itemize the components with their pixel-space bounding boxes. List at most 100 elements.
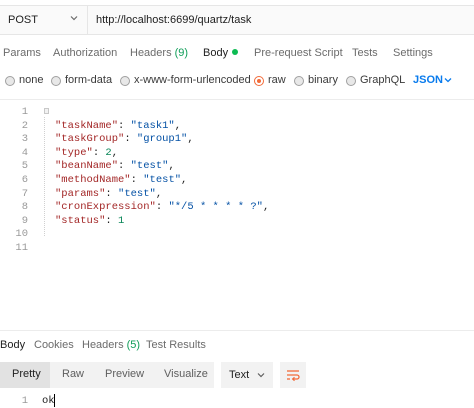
tab-settings[interactable]: Settings	[393, 47, 433, 59]
json-colon: :	[105, 214, 119, 227]
json-value: 1	[118, 214, 125, 227]
json-comma: ,	[174, 119, 182, 132]
view-visualize-button[interactable]: Visualize	[164, 368, 208, 380]
code-line: "params": "test",	[55, 188, 162, 200]
json-value: "task1"	[130, 119, 175, 132]
json-comma: ,	[111, 146, 119, 159]
json-colon: :	[155, 201, 169, 214]
json-comma: ,	[155, 187, 163, 200]
json-colon: :	[92, 146, 106, 159]
json-colon: :	[124, 133, 137, 146]
view-preview-button[interactable]: Preview	[105, 368, 144, 380]
code-line: "methodName": "test",	[55, 174, 187, 186]
response-type-select[interactable]: Text	[221, 362, 273, 388]
tab-params[interactable]: Params	[3, 47, 41, 59]
response-body[interactable]: 1 ok	[0, 394, 474, 408]
tab-prerequest-script[interactable]: Pre-request Script	[254, 47, 343, 59]
resp-tab-body[interactable]: Body	[0, 339, 25, 351]
line-number: 8	[21, 201, 28, 214]
json-key: "taskName"	[55, 119, 119, 132]
json-value: "test"	[130, 160, 169, 173]
line-number: 3	[21, 133, 28, 146]
code-line: "taskGroup": "group1",	[55, 133, 194, 145]
json-key: "cronExpression"	[55, 201, 156, 214]
line-number: 6	[21, 174, 28, 186]
resp-tab-test-results[interactable]: Test Results	[146, 339, 206, 351]
json-key: "beanName"	[55, 160, 119, 173]
line-number: 5	[21, 160, 28, 173]
tab-tests[interactable]: Tests	[352, 47, 378, 59]
line-number: 9	[21, 214, 28, 227]
radio-raw-icon[interactable]	[254, 76, 264, 86]
chevron-down-icon	[70, 16, 78, 21]
body-type-options: none form-data x-www-form-urlencoded raw…	[0, 74, 474, 90]
line-number: 1	[21, 106, 28, 118]
radio-binary-icon[interactable]	[294, 76, 304, 86]
json-comma: ,	[181, 174, 188, 186]
tab-headers-label: Headers	[130, 47, 172, 59]
wrap-lines-button[interactable]	[280, 362, 306, 388]
json-value: "group1"	[136, 133, 188, 146]
chevron-down-icon[interactable]	[443, 75, 453, 85]
tab-authorization[interactable]: Authorization	[53, 47, 117, 59]
resp-tab-cookies[interactable]: Cookies	[34, 339, 74, 351]
url-input[interactable]: http://localhost:6699/quartz/task	[88, 5, 474, 35]
response-line-number: 1	[21, 395, 28, 407]
tab-body[interactable]: Body	[203, 47, 239, 59]
json-key: "status"	[55, 214, 106, 227]
json-comma: ,	[262, 201, 270, 214]
request-body-editor[interactable]: 1234567891011 {"taskName": "task1","task…	[0, 103, 474, 263]
view-pretty-button[interactable]: Pretty	[12, 368, 41, 380]
divider	[0, 330, 474, 331]
code-line: "cronExpression": "*/5 * * * * ?",	[55, 201, 269, 213]
view-raw-button[interactable]: Raw	[62, 368, 84, 380]
line-number: 7	[21, 187, 28, 200]
code-line: "type": 2,	[55, 147, 118, 159]
option-form-data[interactable]: form-data	[65, 74, 112, 86]
radio-graphql-icon[interactable]	[346, 76, 356, 86]
method-select[interactable]: POST	[0, 5, 88, 35]
option-binary[interactable]: binary	[308, 74, 338, 86]
divider	[0, 99, 474, 100]
response-view-bar: Pretty Raw Preview Visualize Text	[0, 362, 474, 388]
indent-guide	[44, 117, 45, 236]
json-value: "test"	[118, 187, 156, 200]
resp-headers-count-badge: (5)	[126, 339, 141, 351]
fold-toggle-icon[interactable]	[44, 108, 49, 114]
line-number: 4	[21, 146, 28, 159]
line-number: 10	[15, 228, 28, 241]
response-text: ok	[42, 395, 55, 407]
chevron-down-icon	[257, 373, 265, 378]
json-value: "test"	[143, 174, 182, 186]
radio-form-data-icon[interactable]	[51, 76, 61, 86]
json-key: "params"	[55, 187, 106, 200]
json-comma: ,	[168, 160, 175, 173]
json-comma: ,	[187, 133, 194, 146]
option-raw[interactable]: raw	[268, 74, 286, 86]
resp-tab-headers-label: Headers	[82, 339, 124, 351]
url-text: http://localhost:6699/quartz/task	[96, 14, 252, 26]
request-bar: POST http://localhost:6699/quartz/task	[0, 5, 474, 35]
json-colon: :	[130, 174, 144, 186]
wrap-lines-icon	[287, 370, 300, 382]
option-none[interactable]: none	[19, 74, 43, 86]
json-key: "taskGroup"	[55, 133, 125, 146]
json-key: "type"	[55, 146, 93, 159]
code-line: "status": 1	[55, 215, 124, 227]
resp-tab-headers[interactable]: Headers (5)	[82, 339, 140, 351]
option-urlencoded[interactable]: x-www-form-urlencoded	[134, 74, 251, 86]
radio-none-icon[interactable]	[5, 76, 15, 86]
radio-urlencoded-icon[interactable]	[120, 76, 130, 86]
request-tabs: Params Authorization Headers (9) Body Pr…	[0, 47, 474, 65]
option-graphql[interactable]: GraphQL	[360, 74, 405, 86]
format-select[interactable]: JSON	[413, 74, 443, 86]
json-value: "*/5 * * * * ?"	[168, 201, 263, 214]
json-colon: :	[105, 187, 119, 200]
text-cursor	[54, 394, 55, 407]
method-label: POST	[8, 14, 38, 26]
tab-headers[interactable]: Headers (9)	[130, 47, 188, 59]
json-colon: :	[118, 119, 131, 132]
tab-body-label: Body	[203, 47, 229, 59]
json-key: "methodName"	[55, 174, 131, 186]
headers-count-badge: (9)	[174, 47, 189, 59]
